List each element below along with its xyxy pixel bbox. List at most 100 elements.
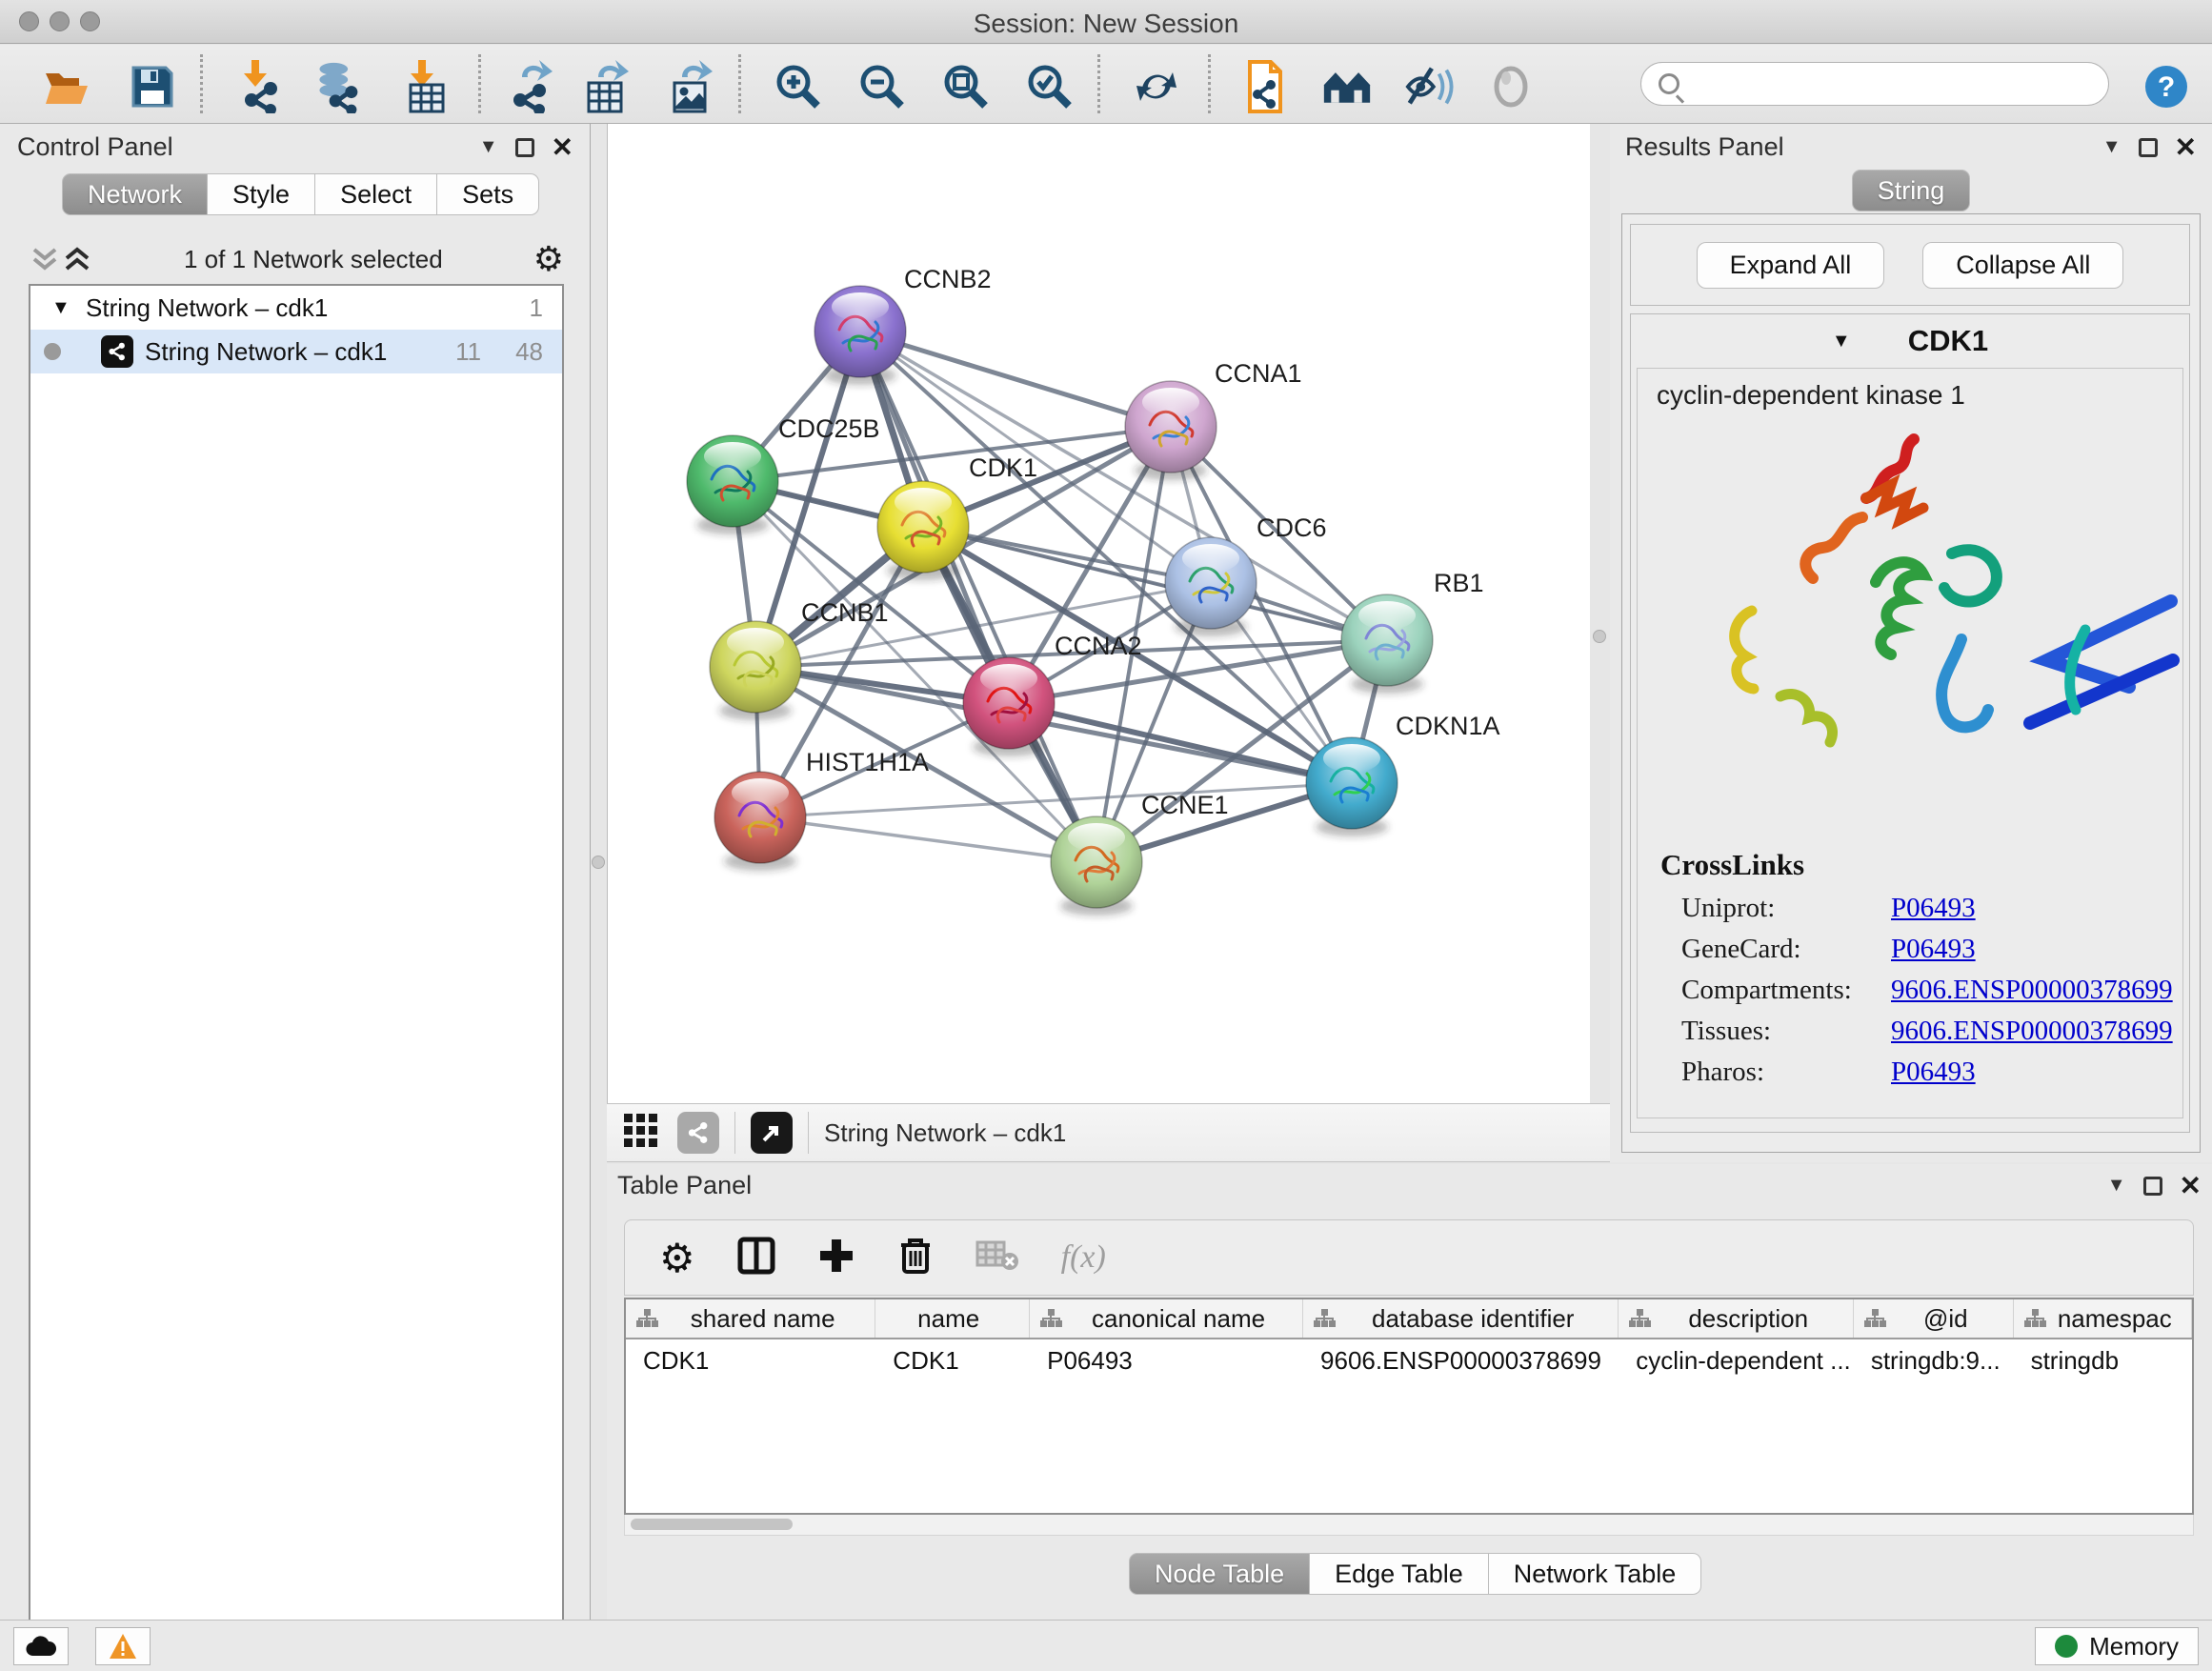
column-header-canonical-name[interactable]: canonical name <box>1030 1299 1303 1338</box>
grid-view-icon[interactable] <box>622 1112 660 1155</box>
memory-button[interactable]: Memory <box>2035 1627 2199 1665</box>
crosslink-link[interactable]: P06493 <box>1891 934 1976 965</box>
tab-sets[interactable]: Sets <box>437 173 539 215</box>
crosslink-label: Tissues: <box>1681 1016 1891 1047</box>
collapse-all-icon[interactable] <box>29 246 61 272</box>
help-icon[interactable]: ? <box>2142 62 2191 111</box>
crosslink-link[interactable]: P06493 <box>1891 1057 1976 1088</box>
expand-all-button[interactable]: Expand All <box>1697 242 1885 289</box>
add-column-icon[interactable] <box>817 1237 855 1279</box>
network-node[interactable] <box>714 772 806 871</box>
tab-string[interactable]: String <box>1852 170 1971 211</box>
column-header-label: @id <box>1886 1304 2013 1334</box>
refresh-icon[interactable] <box>1132 62 1181 111</box>
results-panel: Results Panel ▼ ✕ String Expand All Coll… <box>1610 124 2212 1162</box>
table-cell[interactable]: cyclin-dependent ... <box>1619 1339 1854 1381</box>
network-edge[interactable] <box>1009 703 1352 783</box>
crosslink-label: Uniprot: <box>1681 893 1891 924</box>
network-edge[interactable] <box>860 332 1171 427</box>
network-node[interactable] <box>1051 816 1142 916</box>
column-header-description[interactable]: description <box>1619 1299 1854 1338</box>
hide-glasses-icon[interactable] <box>1404 62 1454 111</box>
network-node[interactable] <box>1125 381 1217 480</box>
network-edge[interactable] <box>860 332 1096 862</box>
panel-menu-icon[interactable]: ▼ <box>2102 136 2122 158</box>
tab-network[interactable]: Network <box>62 173 208 215</box>
open-session-icon[interactable] <box>42 62 91 111</box>
network-row-selected[interactable]: String Network – cdk1 11 48 <box>30 330 562 373</box>
protein-structure-image <box>1638 411 2183 839</box>
table-cell[interactable]: CDK1 <box>875 1339 1030 1381</box>
network-edge[interactable] <box>760 817 1096 862</box>
column-header-name[interactable]: name <box>875 1299 1030 1338</box>
network-node[interactable] <box>710 621 801 720</box>
import-network-database-icon[interactable] <box>312 62 362 111</box>
table-hscrollbar-thumb[interactable] <box>631 1519 793 1530</box>
panel-close-icon[interactable]: ✕ <box>552 131 573 163</box>
tab-node-table[interactable]: Node Table <box>1129 1553 1310 1595</box>
network-collection-row[interactable]: ▼ String Network – cdk1 1 <box>30 286 562 330</box>
panel-menu-icon[interactable]: ▼ <box>2107 1175 2126 1197</box>
panel-float-icon[interactable] <box>2139 138 2158 157</box>
expand-all-icon[interactable] <box>61 246 93 272</box>
panel-float-icon[interactable] <box>2143 1177 2162 1196</box>
network-node[interactable] <box>687 435 778 534</box>
crosslink-row: Uniprot:P06493 <box>1638 888 2182 929</box>
detach-view-icon[interactable] <box>751 1112 793 1154</box>
column-header-database-identifier[interactable]: database identifier <box>1303 1299 1619 1338</box>
panel-menu-icon[interactable]: ▼ <box>479 136 498 158</box>
save-session-icon[interactable] <box>128 62 177 111</box>
import-table-icon[interactable] <box>400 62 450 111</box>
column-header-namespac[interactable]: namespac <box>2014 1299 2192 1338</box>
share-document-icon[interactable] <box>1238 62 1288 111</box>
table-hscrollbar[interactable] <box>624 1515 2194 1536</box>
tree-collapse-icon[interactable]: ▼ <box>51 297 78 319</box>
network-node[interactable] <box>1341 594 1433 694</box>
gene-collapse-icon[interactable]: ▼ <box>1832 331 1851 352</box>
warning-button[interactable] <box>95 1627 151 1665</box>
network-node[interactable] <box>1306 737 1398 836</box>
cloud-button[interactable] <box>13 1627 69 1665</box>
import-network-file-icon[interactable] <box>232 62 282 111</box>
zoom-out-icon[interactable] <box>857 62 907 111</box>
search-input[interactable] <box>1689 70 2089 97</box>
table-cell[interactable]: stringdb:9... <box>1854 1339 2014 1381</box>
tab-network-table[interactable]: Network Table <box>1489 1553 1702 1595</box>
delete-column-icon[interactable] <box>897 1236 934 1280</box>
network-node[interactable] <box>1165 537 1257 636</box>
collapse-all-button[interactable]: Collapse All <box>1922 242 2123 289</box>
network-badge-icon[interactable] <box>677 1112 719 1154</box>
homology-icon[interactable] <box>1322 62 1372 111</box>
tab-select[interactable]: Select <box>315 173 437 215</box>
zoom-selected-icon[interactable] <box>1025 62 1075 111</box>
zoom-in-icon[interactable] <box>774 62 823 111</box>
column-header-label: canonical name <box>1062 1304 1302 1334</box>
left-splitter-handle[interactable] <box>592 856 605 869</box>
right-splitter-handle[interactable] <box>1593 630 1606 643</box>
table-row[interactable]: CDK1CDK1P064939606.ENSP00000378699cyclin… <box>626 1339 2192 1381</box>
tab-edge-table[interactable]: Edge Table <box>1310 1553 1489 1595</box>
export-network-icon[interactable] <box>505 62 554 111</box>
panel-float-icon[interactable] <box>515 138 534 157</box>
tab-style[interactable]: Style <box>208 173 315 215</box>
table-cell[interactable]: CDK1 <box>626 1339 875 1381</box>
edge-count: 48 <box>515 337 543 367</box>
panel-close-icon[interactable]: ✕ <box>2175 131 2197 163</box>
zoom-fit-icon[interactable] <box>941 62 991 111</box>
panel-close-icon[interactable]: ✕ <box>2180 1170 2202 1201</box>
crosslink-link[interactable]: P06493 <box>1891 893 1976 924</box>
export-table-icon[interactable] <box>583 62 633 111</box>
crosslink-link[interactable]: 9606.ENSP00000378699 <box>1891 1016 2173 1047</box>
show-columns-icon[interactable] <box>737 1237 775 1279</box>
table-cell[interactable]: 9606.ENSP00000378699 <box>1303 1339 1619 1381</box>
table-cell[interactable]: P06493 <box>1030 1339 1303 1381</box>
table-cell[interactable]: stringdb <box>2014 1339 2192 1381</box>
export-image-icon[interactable] <box>667 62 716 111</box>
network-canvas[interactable]: CCNB2CCNA1CDC25BCDK1CDC6RB1CCNB1CCNA2CDK… <box>607 124 1590 1103</box>
eye-disabled-icon[interactable] <box>1486 62 1536 111</box>
column-header-shared-name[interactable]: shared name <box>626 1299 875 1338</box>
crosslink-link[interactable]: 9606.ENSP00000378699 <box>1891 975 2173 1006</box>
table-settings-gear-icon[interactable]: ⚙ <box>659 1235 695 1281</box>
column-header--id[interactable]: @id <box>1854 1299 2014 1338</box>
network-options-gear-icon[interactable]: ⚙ <box>533 239 564 279</box>
